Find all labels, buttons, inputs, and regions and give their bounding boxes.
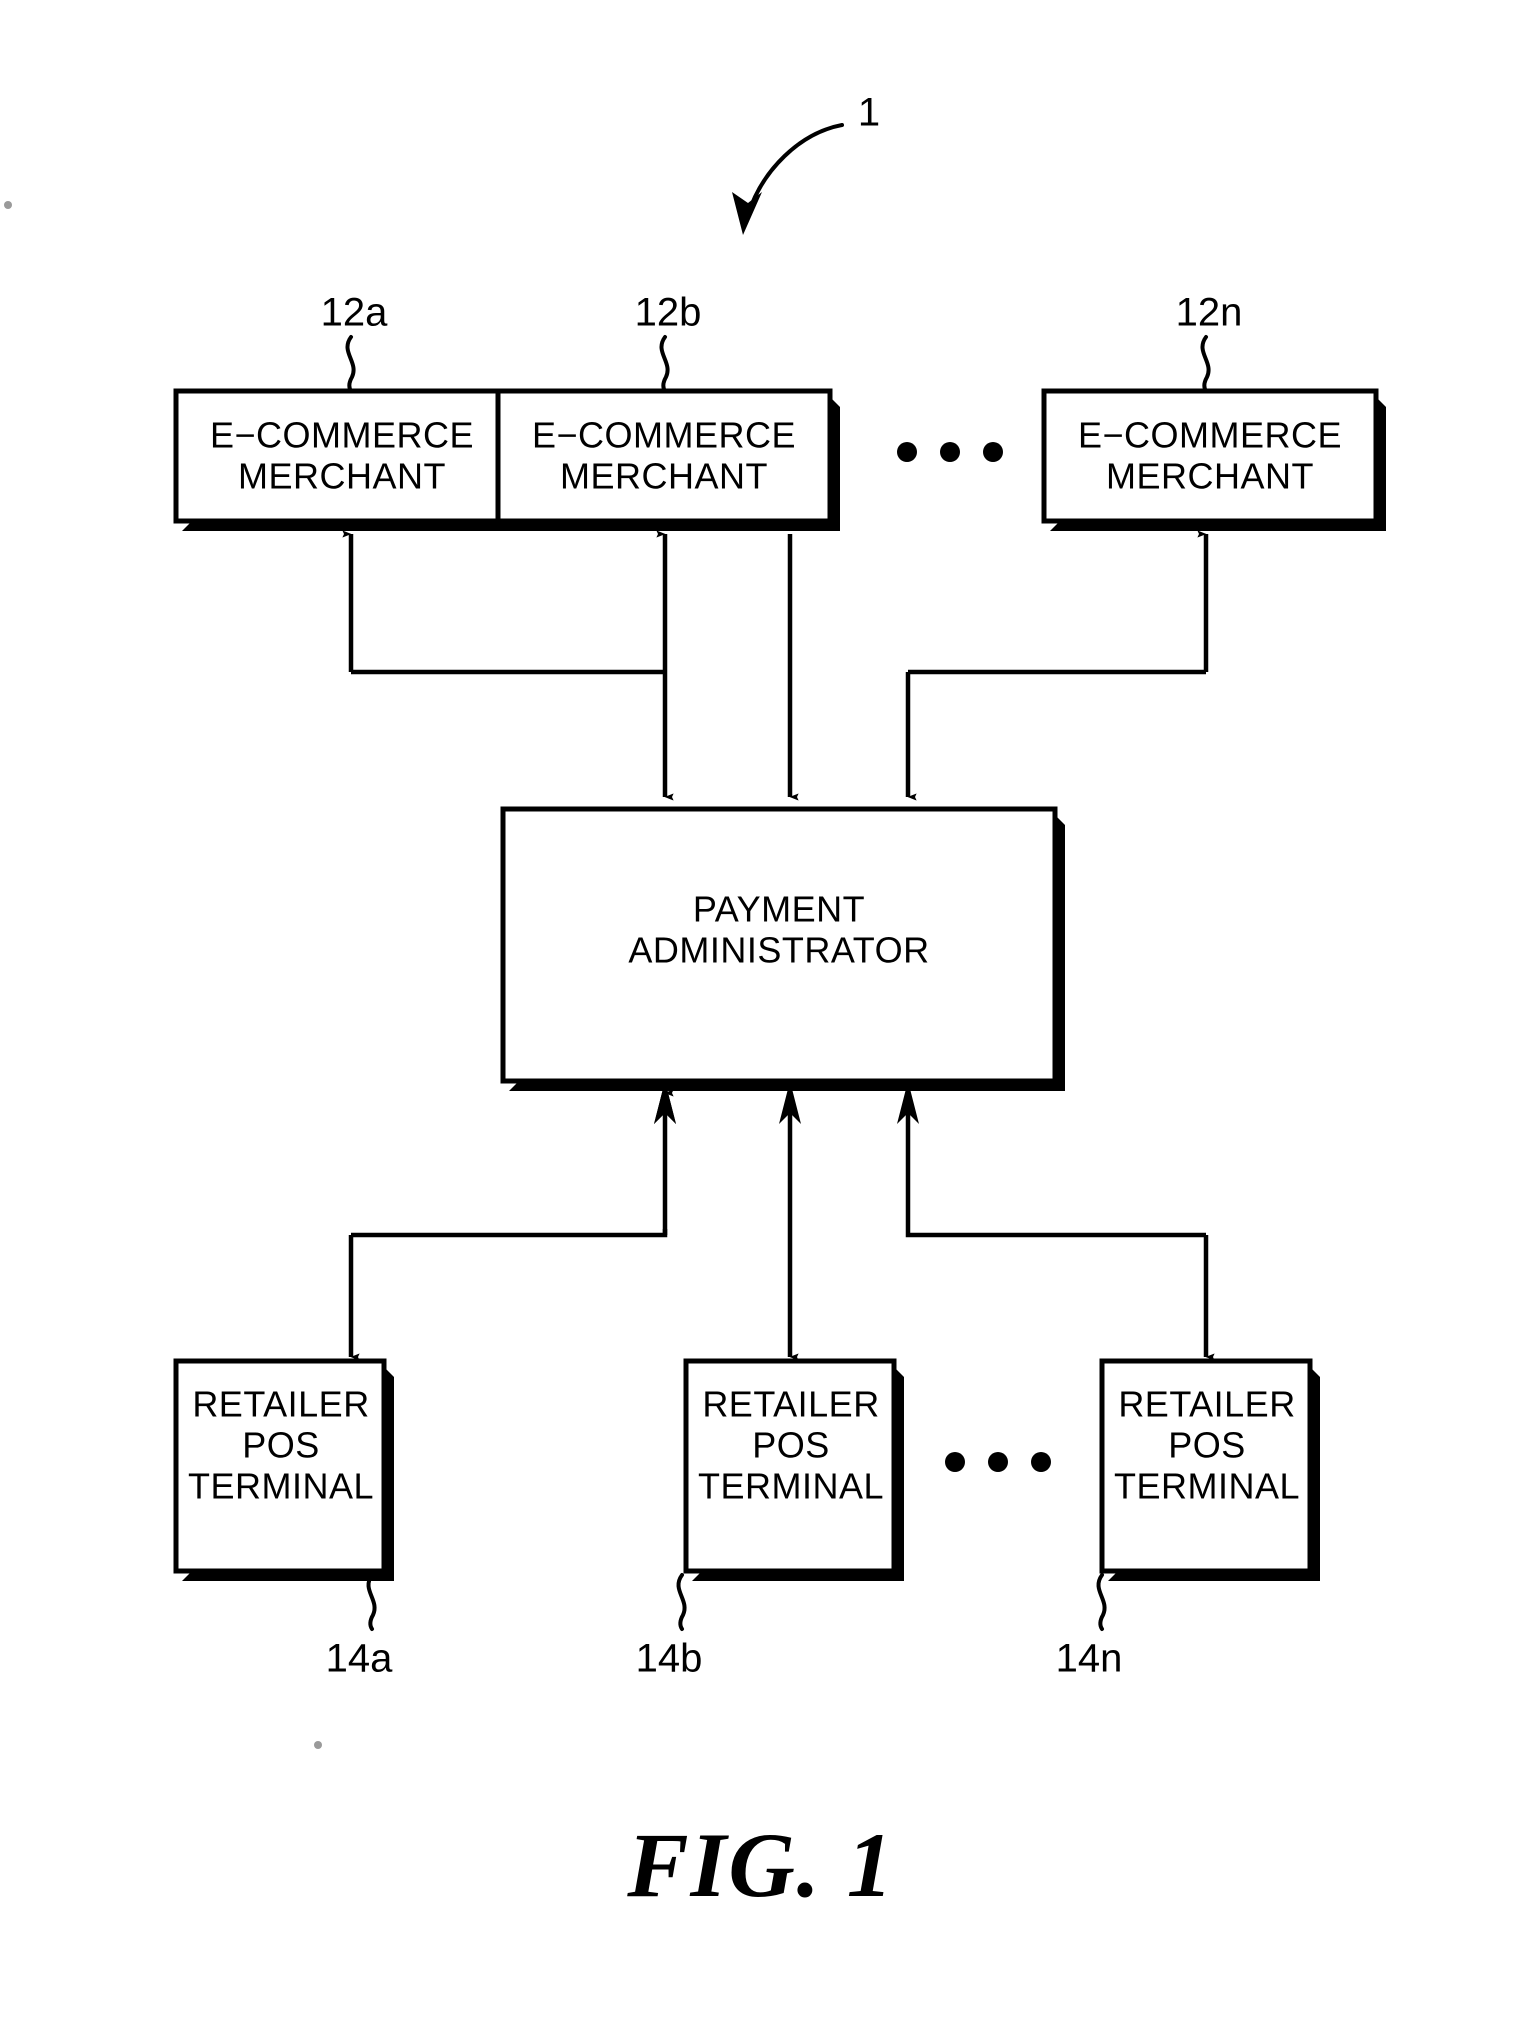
terminal-n-label-line2: POS	[1168, 1425, 1246, 1466]
terminal-b-label-line3: TERMINAL	[698, 1466, 884, 1507]
terminal-n-label-line1: RETAILER	[1118, 1384, 1295, 1425]
merchant-n-label-line1: E−COMMERCE	[1078, 415, 1342, 456]
merchant-n-label-line2: MERCHANT	[1106, 456, 1314, 497]
terminal-a-label-line1: RETAILER	[192, 1384, 369, 1425]
terminal-a-label-line2: POS	[242, 1425, 320, 1466]
terminal-a-reference: 14a	[326, 1637, 393, 1681]
system-reference-number: 1	[858, 91, 880, 135]
terminal-b-label-line2: POS	[752, 1425, 830, 1466]
terminal-b-reference: 14b	[636, 1637, 703, 1681]
terminal-n-reference: 14n	[1056, 1637, 1123, 1681]
figure-page: 1 12a 12b 12n E−COMMERCE MERCHANT E−COMM…	[0, 0, 1522, 2026]
merchant-b-reference: 12b	[635, 291, 702, 335]
merchant-a-label-line2: MERCHANT	[238, 456, 446, 497]
merchant-b-label-line2: MERCHANT	[560, 456, 768, 497]
merchant-a-reference: 12a	[321, 291, 388, 335]
terminal-a-label-line3: TERMINAL	[188, 1466, 374, 1507]
figure-caption: FIG. 1	[626, 1814, 895, 1916]
terminal-b-label-line1: RETAILER	[702, 1384, 879, 1425]
administrator-label-line2: ADMINISTRATOR	[628, 930, 929, 971]
merchant-n-reference: 12n	[1176, 291, 1243, 335]
merchant-a-label-line1: E−COMMERCE	[210, 415, 474, 456]
terminal-n-label-line3: TERMINAL	[1114, 1466, 1300, 1507]
diagram-text-layer: 1 12a 12b 12n E−COMMERCE MERCHANT E−COMM…	[188, 91, 1342, 1917]
administrator-label-line1: PAYMENT	[693, 889, 865, 930]
merchant-b-label-line1: E−COMMERCE	[532, 415, 796, 456]
